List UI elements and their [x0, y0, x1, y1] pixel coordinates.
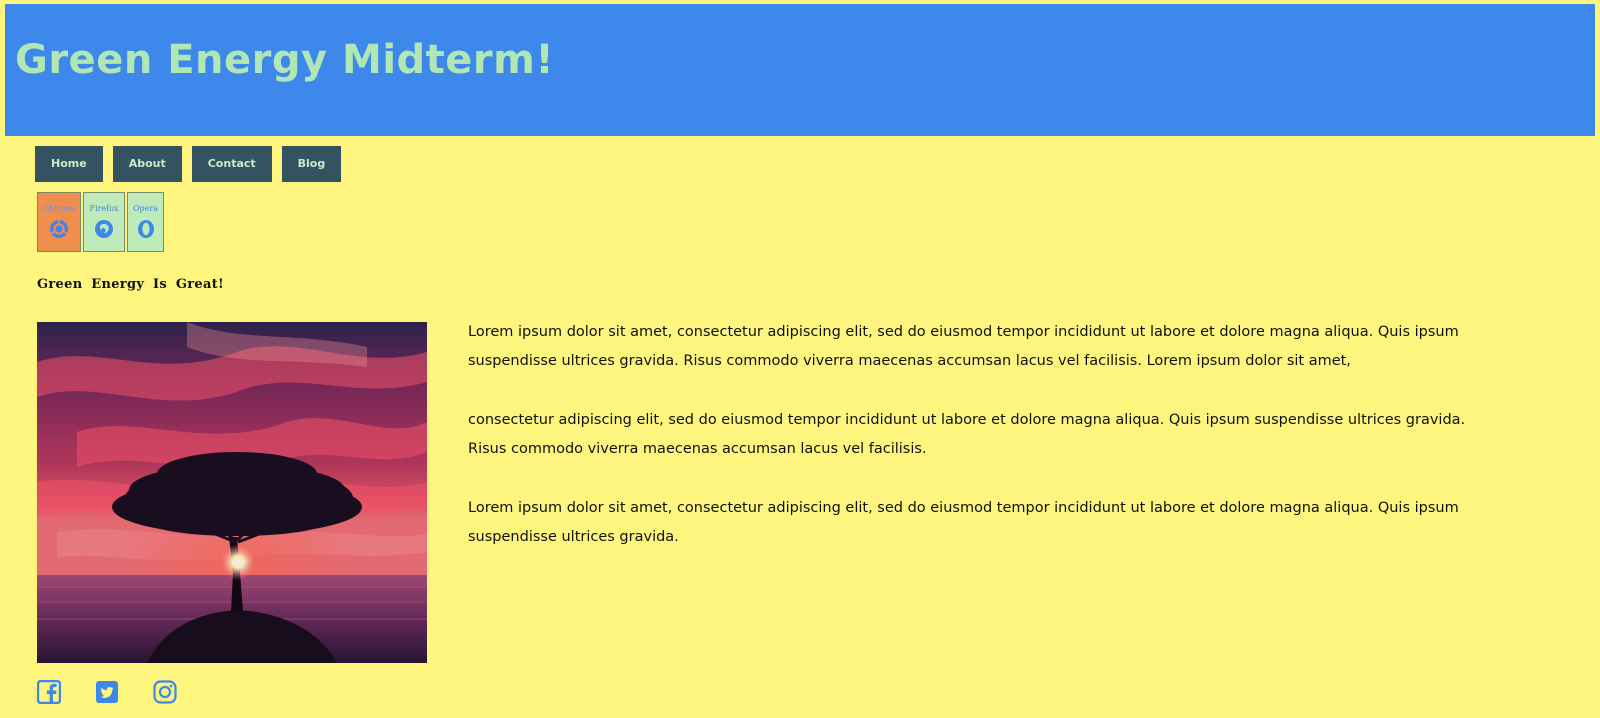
browser-card-firefox[interactable]: Firefox	[83, 192, 125, 252]
nav-about-button[interactable]: About	[112, 146, 182, 182]
browser-label: Chrome	[42, 204, 76, 213]
paragraph-1: Lorem ipsum dolor sit amet, consectetur …	[468, 324, 1459, 369]
paragraph-2: consectetur adipiscing elit, sed do eius…	[468, 412, 1466, 457]
facebook-icon[interactable]	[37, 680, 61, 704]
twitter-icon[interactable]	[95, 680, 119, 704]
firefox-icon	[95, 220, 113, 238]
browser-label: Opera	[132, 204, 158, 213]
site-title: Green Energy Midterm!	[15, 37, 555, 83]
chrome-icon	[50, 220, 68, 238]
browser-card-chrome[interactable]: Chrome	[37, 192, 81, 252]
nav-contact-button[interactable]: Contact	[191, 146, 272, 182]
opera-icon	[137, 220, 154, 238]
tree-sunset-image	[37, 322, 427, 663]
nav-home-button[interactable]: Home	[35, 146, 103, 182]
social-links	[37, 680, 177, 704]
article-content: Lorem ipsum dolor sit amet, consectetur …	[468, 318, 1488, 582]
hero-image	[37, 322, 427, 663]
section-subtitle: Green Energy Is Great!	[37, 277, 225, 292]
nav-blog-button[interactable]: Blog	[281, 146, 342, 182]
browser-card-opera[interactable]: Opera	[127, 192, 164, 252]
browser-links: Chrome Firefox Opera	[37, 192, 164, 252]
paragraph-3: Lorem ipsum dolor sit amet, consectetur …	[468, 500, 1459, 545]
browser-label: Firefox	[89, 204, 119, 213]
site-header: Green Energy Midterm!	[5, 4, 1595, 136]
page: Green Energy Midterm! Home About Contact…	[0, 0, 1600, 718]
instagram-icon[interactable]	[153, 680, 177, 704]
main-nav: Home About Contact Blog	[35, 146, 342, 182]
